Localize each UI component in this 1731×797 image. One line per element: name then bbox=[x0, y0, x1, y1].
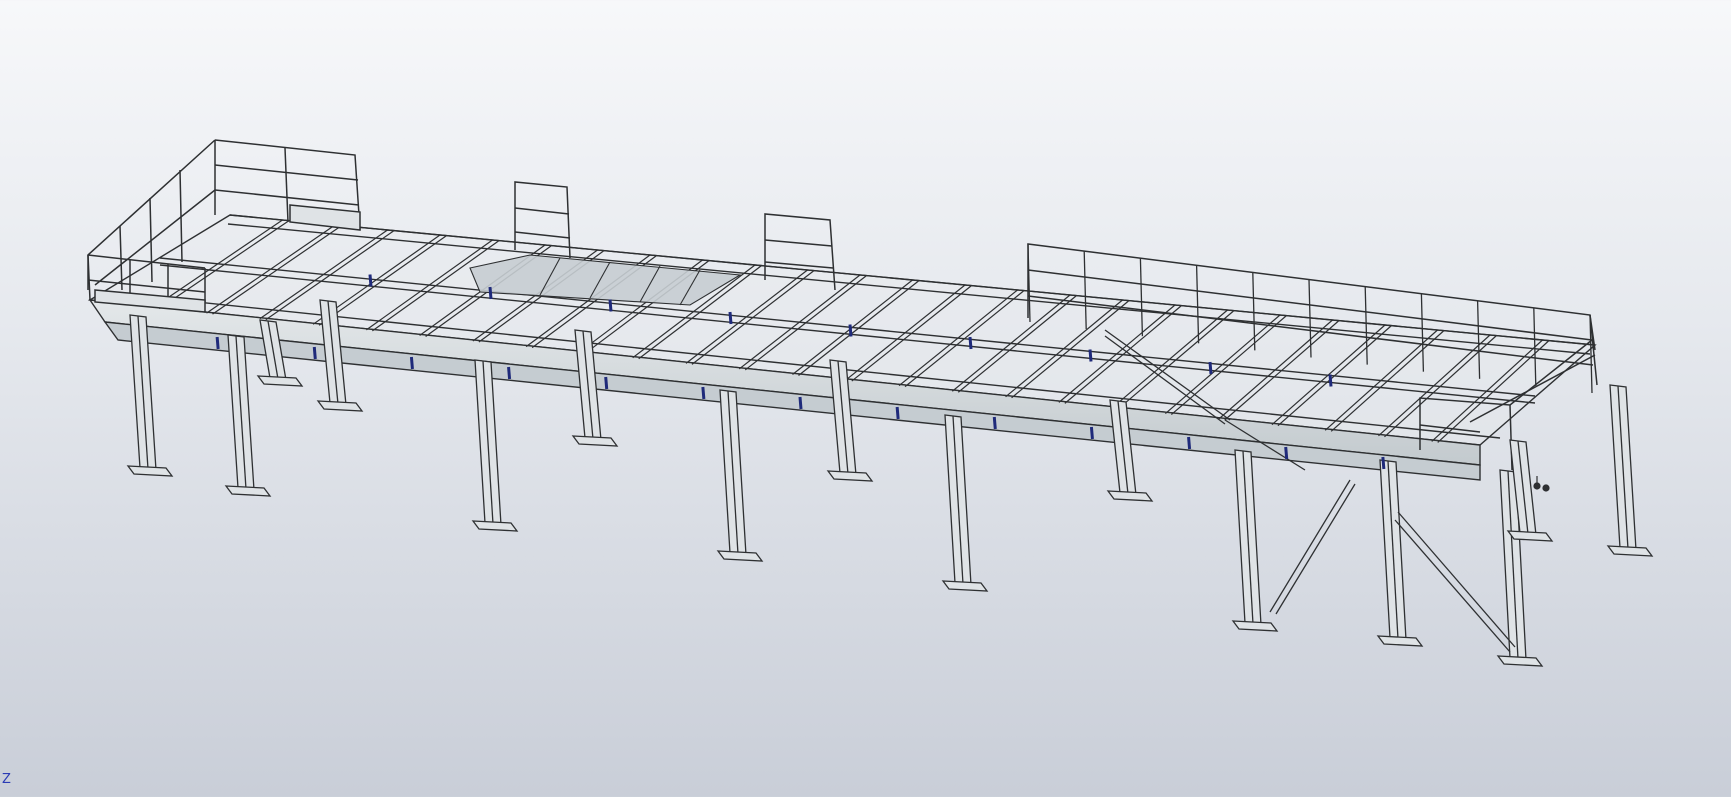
clamp-accent bbox=[1381, 456, 1386, 470]
base-plate bbox=[1496, 655, 1544, 667]
base-plate bbox=[571, 435, 619, 447]
base-plate bbox=[1231, 620, 1279, 632]
base-plate bbox=[1506, 530, 1554, 542]
bracket-detail bbox=[1533, 476, 1550, 492]
base-plate bbox=[126, 465, 174, 477]
clamp-accent bbox=[312, 346, 317, 360]
clamp-accent bbox=[409, 356, 414, 370]
clamp-accent bbox=[728, 311, 733, 325]
clamp-accent bbox=[215, 336, 220, 350]
base-plate bbox=[316, 400, 364, 412]
clamp-accent bbox=[992, 416, 997, 430]
base-plate bbox=[826, 470, 874, 482]
base-plate bbox=[471, 520, 519, 532]
clamp-accent bbox=[1088, 349, 1093, 362]
clamp-accent bbox=[488, 286, 493, 300]
clamp-accent bbox=[848, 324, 853, 337]
base-plate bbox=[941, 580, 989, 592]
axis-triad-z-label: Z bbox=[2, 772, 11, 787]
clamp-accent bbox=[1328, 374, 1333, 387]
clamp-accent bbox=[1284, 446, 1289, 460]
clamp-accent bbox=[1089, 426, 1094, 440]
clamp-accent bbox=[798, 396, 803, 410]
steel-platform-model bbox=[87, 139, 1654, 667]
clamp-accent bbox=[368, 274, 373, 287]
clamp-accent bbox=[507, 366, 512, 380]
base-plate bbox=[716, 550, 764, 562]
clamp-accent bbox=[895, 406, 900, 420]
cad-graphics-viewport[interactable]: Z bbox=[0, 0, 1731, 797]
clamp-accent bbox=[701, 386, 706, 400]
clamp-accent bbox=[604, 376, 609, 390]
clamp-accent bbox=[1187, 436, 1192, 450]
base-plate bbox=[1376, 635, 1424, 647]
base-plate bbox=[224, 485, 272, 497]
base-plate bbox=[256, 375, 304, 387]
base-plate bbox=[1106, 490, 1154, 502]
clamp-accent bbox=[608, 299, 613, 312]
clamp-accent bbox=[968, 336, 973, 350]
base-plate bbox=[1606, 545, 1654, 557]
clamp-accent bbox=[1208, 361, 1213, 375]
